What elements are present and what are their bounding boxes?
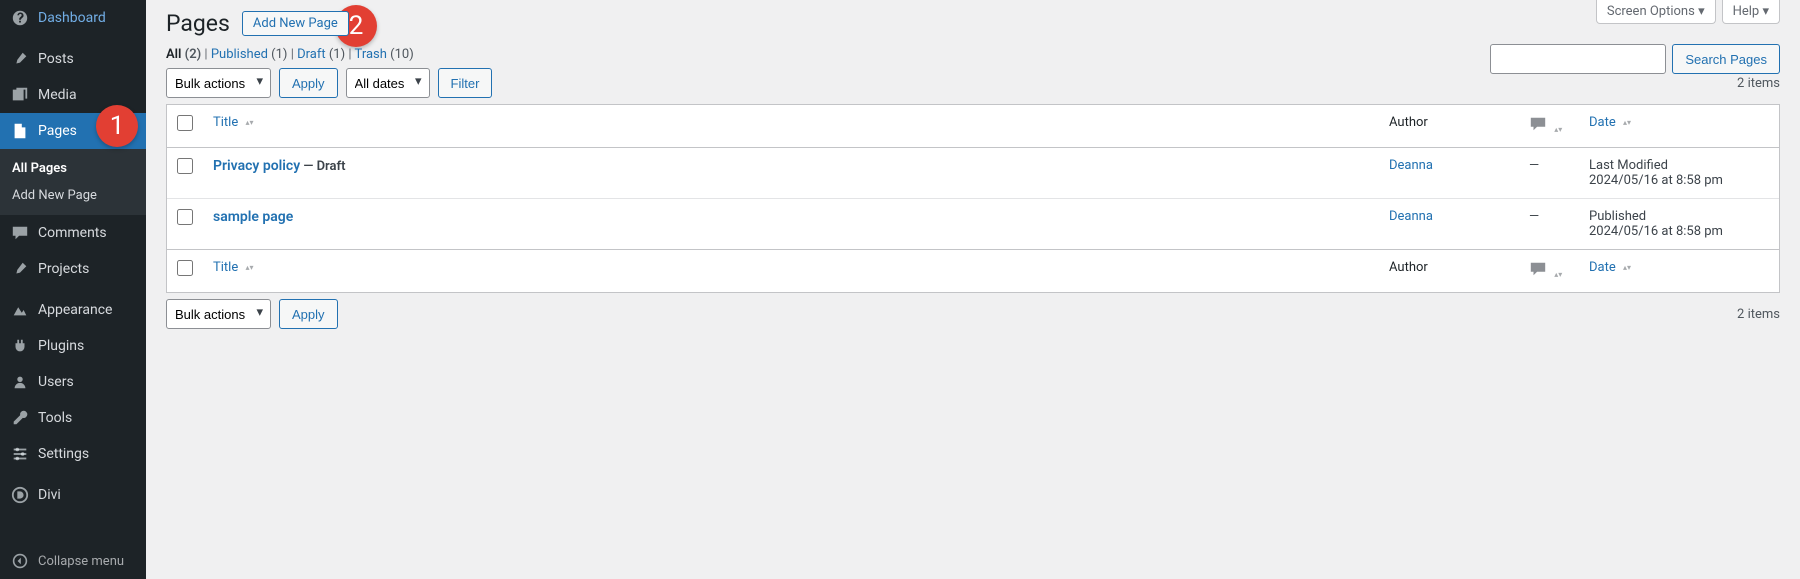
tools-icon xyxy=(10,408,30,428)
search-input[interactable] xyxy=(1490,44,1666,74)
chevron-down-icon: ▾ xyxy=(1698,4,1705,19)
filter-all[interactable]: All (2) xyxy=(166,47,204,62)
col-comments-header[interactable]: ▴▾ xyxy=(1519,105,1579,148)
sidebar-item-dashboard[interactable]: Dashboard xyxy=(0,0,146,36)
media-icon xyxy=(10,85,30,105)
table-row: Privacy policy — Draft Deanna — Last Mod… xyxy=(167,148,1779,198)
filter-trash[interactable]: Trash (10) xyxy=(355,47,414,62)
sort-icon: ▴▾ xyxy=(245,265,253,271)
add-new-page-button[interactable]: Add New Page xyxy=(242,11,349,36)
sidebar-item-label: Settings xyxy=(38,446,89,462)
annotation-badge-1: 1 xyxy=(96,105,138,147)
sidebar-item-settings[interactable]: Settings xyxy=(0,436,146,472)
page-title-link[interactable]: Privacy policy xyxy=(213,158,300,174)
sidebar-item-label: Projects xyxy=(38,261,89,277)
sidebar-item-label: Users xyxy=(38,374,74,390)
row-checkbox[interactable] xyxy=(177,158,193,174)
screen-options-tab[interactable]: Screen Options ▾ xyxy=(1596,0,1716,24)
apply-button-bottom[interactable]: Apply xyxy=(279,299,338,329)
sidebar-item-label: Divi xyxy=(38,487,61,503)
col-date-footer[interactable]: Date ▴▾ xyxy=(1579,249,1779,292)
filter-draft[interactable]: Draft (1) xyxy=(297,47,348,62)
search-pages-button[interactable]: Search Pages xyxy=(1672,44,1780,74)
dashboard-icon xyxy=(10,8,30,28)
date-cell: Published 2024/05/16 at 8:58 pm xyxy=(1579,198,1779,249)
sidebar-item-plugins[interactable]: Plugins xyxy=(0,328,146,364)
comment-bubble-icon xyxy=(1529,260,1547,282)
items-count-bottom: 2 items xyxy=(1737,307,1780,322)
pages-table: Title ▴▾ Author ▴▾ Date ▴▾ xyxy=(166,104,1780,293)
page-title-link[interactable]: sample page xyxy=(213,209,293,225)
bulk-actions-select-top[interactable]: Bulk actions xyxy=(166,68,271,98)
sidebar-item-label: Media xyxy=(38,87,77,103)
dates-filter-select[interactable]: All dates xyxy=(346,68,430,98)
col-comments-footer[interactable]: ▴▾ xyxy=(1519,249,1579,292)
col-title-header[interactable]: Title ▴▾ xyxy=(203,105,1379,148)
select-all-bottom[interactable] xyxy=(177,260,193,276)
sidebar-submenu-pages: All Pages Add New Page xyxy=(0,149,146,215)
chevron-down-icon: ▾ xyxy=(1762,4,1769,19)
filter-published[interactable]: Published (1) xyxy=(211,47,291,62)
divi-icon xyxy=(10,485,30,505)
projects-icon xyxy=(10,259,30,279)
filter-button[interactable]: Filter xyxy=(438,68,493,98)
help-tab[interactable]: Help ▾ xyxy=(1722,0,1780,24)
table-row: sample page Deanna — Published 2024/05/1… xyxy=(167,198,1779,249)
select-all-top[interactable] xyxy=(177,115,193,131)
sort-icon: ▴▾ xyxy=(1554,127,1562,133)
plugins-icon xyxy=(10,336,30,356)
bulk-actions-select-bottom[interactable]: Bulk actions xyxy=(166,299,271,329)
sidebar-item-label: Plugins xyxy=(38,338,84,354)
date-cell: Last Modified 2024/05/16 at 8:58 pm xyxy=(1579,148,1779,198)
collapse-label: Collapse menu xyxy=(38,554,124,569)
sidebar-item-label: Comments xyxy=(38,225,107,241)
col-title-footer[interactable]: Title ▴▾ xyxy=(203,249,1379,292)
comments-cell: — xyxy=(1519,148,1579,198)
pin-icon xyxy=(10,49,30,69)
post-state: — Draft xyxy=(303,159,345,174)
collapse-icon xyxy=(10,551,30,571)
comments-icon xyxy=(10,223,30,243)
comments-cell: — xyxy=(1519,198,1579,249)
items-count-top: 2 items xyxy=(1737,76,1780,91)
screen-meta-links: Screen Options ▾ Help ▾ xyxy=(1596,0,1780,24)
sidebar-subitem-add-new-page[interactable]: Add New Page xyxy=(0,182,146,209)
admin-sidebar: Dashboard Posts Media Pages All Pages Ad… xyxy=(0,0,146,579)
col-author-header: Author xyxy=(1379,105,1519,148)
sidebar-item-divi[interactable]: Divi xyxy=(0,477,146,513)
author-link[interactable]: Deanna xyxy=(1389,209,1433,224)
appearance-icon xyxy=(10,300,30,320)
author-link[interactable]: Deanna xyxy=(1389,158,1433,173)
sidebar-item-tools[interactable]: Tools xyxy=(0,400,146,436)
sidebar-subitem-all-pages[interactable]: All Pages xyxy=(0,155,146,182)
sort-icon: ▴▾ xyxy=(245,120,253,126)
sidebar-item-label: Posts xyxy=(38,51,74,67)
collapse-menu[interactable]: Collapse menu xyxy=(0,543,146,579)
sidebar-item-label: Dashboard xyxy=(38,10,106,26)
users-icon xyxy=(10,372,30,392)
sort-icon: ▴▾ xyxy=(1554,272,1562,278)
sidebar-item-users[interactable]: Users xyxy=(0,364,146,400)
comment-bubble-icon xyxy=(1529,115,1547,137)
settings-icon xyxy=(10,444,30,464)
row-checkbox[interactable] xyxy=(177,209,193,225)
sidebar-item-posts[interactable]: Posts xyxy=(0,41,146,77)
sort-icon: ▴▾ xyxy=(1623,265,1631,271)
sidebar-item-label: Tools xyxy=(38,410,72,426)
sidebar-item-label: Appearance xyxy=(38,302,112,318)
page-title: Pages xyxy=(166,10,230,37)
sidebar-item-comments[interactable]: Comments xyxy=(0,215,146,251)
sort-icon: ▴▾ xyxy=(1623,120,1631,126)
tablenav-bottom: Bulk actions Apply 2 items xyxy=(166,299,1780,329)
sidebar-item-appearance[interactable]: Appearance xyxy=(0,292,146,328)
main-content: Screen Options ▾ Help ▾ Pages Add New Pa… xyxy=(146,0,1800,579)
sidebar-item-label: Pages xyxy=(38,123,77,139)
col-author-footer: Author xyxy=(1379,249,1519,292)
search-box: Search Pages xyxy=(1490,44,1780,74)
sidebar-item-projects[interactable]: Projects xyxy=(0,251,146,287)
col-date-header[interactable]: Date ▴▾ xyxy=(1579,105,1779,148)
pages-icon xyxy=(10,121,30,141)
apply-button-top[interactable]: Apply xyxy=(279,68,338,98)
